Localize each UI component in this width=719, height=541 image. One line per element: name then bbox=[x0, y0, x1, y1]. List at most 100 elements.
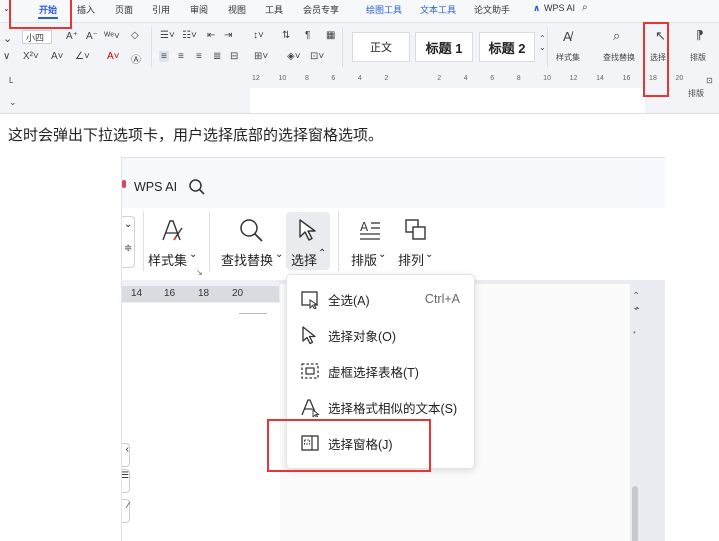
chevron-down-icon: ⌄ bbox=[425, 249, 434, 260]
align-right-icon[interactable]: ≡ bbox=[196, 51, 202, 62]
tab-wps-ai[interactable]: WPS AI bbox=[544, 3, 575, 13]
vertical-scrollbar[interactable] bbox=[632, 486, 638, 541]
align-left-icon[interactable]: ≡ bbox=[159, 51, 169, 62]
margin-mark bbox=[239, 313, 267, 314]
style-set-label[interactable]: 样式集 bbox=[148, 250, 187, 269]
side-tool-button[interactable]: ‹ bbox=[122, 443, 130, 467]
text-effect-icon[interactable]: A˅ bbox=[51, 51, 64, 62]
zoomed-screenshot: WPS AI ⌄ ≑ 样式集 ⌄ ↘ 查找替换 ⌄ 选择 ⌃ A 排版 ⌄ 排列… bbox=[121, 157, 665, 541]
wps-ai-label[interactable]: WPS AI bbox=[134, 180, 177, 194]
clear-format-icon[interactable]: ◇ bbox=[131, 30, 139, 41]
show-marks-icon[interactable]: ¶ bbox=[305, 30, 310, 41]
line-spacing-icon[interactable]: ↕˅ bbox=[253, 30, 264, 41]
tab-drawing-tools[interactable]: 绘图工具 bbox=[366, 3, 402, 16]
highlight-box-home-tab bbox=[9, 0, 72, 29]
search-icon[interactable]: ⌕ bbox=[582, 2, 588, 13]
ruler-tick: 8 bbox=[516, 75, 521, 82]
menu-item-select-all[interactable]: 全选(A) Ctrl+A bbox=[287, 281, 474, 317]
chevron-down-icon: ⌄ bbox=[124, 219, 133, 230]
decrease-indent-icon[interactable]: ⇤ bbox=[207, 30, 215, 41]
style-heading-2[interactable]: 标题 2 bbox=[479, 32, 535, 62]
tab-view[interactable]: 视图 bbox=[228, 3, 246, 16]
ribbon-tools: ⌄ 小四 A⁺ A⁻ ᵂᵉ˅ ◇ ☰˅ ☷˅ ⇤ ⇥ ↕˅ ⇅ ¶ ▦ ∨ X²… bbox=[0, 23, 719, 75]
panel-chevron-icon[interactable]: ⌄ bbox=[9, 97, 17, 108]
style-scroll-icon[interactable]: ⌃ ⌄ bbox=[539, 34, 546, 52]
menu-item-select-object[interactable]: 选择对象(O) bbox=[287, 317, 474, 353]
ruler-tick: 12 bbox=[252, 75, 260, 82]
tab-text-tools[interactable]: 文本工具 bbox=[420, 3, 456, 16]
find-replace-icon[interactable] bbox=[238, 217, 264, 243]
similar-format-icon bbox=[300, 397, 320, 417]
border-icon[interactable]: ⊡˅ bbox=[310, 51, 324, 62]
tab-references[interactable]: 引用 bbox=[152, 3, 170, 16]
arrange-bottom-label[interactable]: 排版 bbox=[688, 88, 704, 99]
ruler-tick: 18 bbox=[198, 288, 210, 299]
horizontal-ruler: 12 10 8 6 4 2 2 4 6 8 10 12 14 16 18 20 bbox=[250, 74, 700, 84]
highlight-icon[interactable]: ∠˅ bbox=[75, 51, 90, 62]
tab-member[interactable]: 会员专享 bbox=[303, 3, 339, 16]
menu-item-label: 虚框选择表格(T) bbox=[328, 365, 419, 380]
arrange-icon[interactable] bbox=[404, 218, 428, 242]
sort-icon[interactable]: ⇅ bbox=[282, 30, 290, 41]
cursor-icon bbox=[300, 325, 320, 345]
separator bbox=[151, 27, 152, 67]
find-replace-label[interactable]: 查找替换 bbox=[603, 52, 635, 63]
ribbon-screenshot: ⌄ 开始 插入 页面 引用 审阅 视图 工具 会员专享 绘图工具 文本工具 论文… bbox=[0, 0, 719, 114]
search-icon[interactable] bbox=[188, 178, 206, 196]
chevron-up-icon: ⌃ bbox=[318, 248, 327, 259]
layout-icon[interactable]: A bbox=[358, 218, 382, 242]
arrange-icon[interactable]: ⁋ bbox=[696, 28, 704, 42]
justify-icon[interactable]: ≣ bbox=[213, 51, 221, 62]
indent-chevron-icon[interactable]: ⌄ bbox=[3, 32, 12, 45]
dashed-table-icon bbox=[300, 361, 320, 381]
shrink-font-icon[interactable]: A⁻ bbox=[86, 31, 98, 42]
bullet-list-icon[interactable]: ☰˅ bbox=[160, 30, 175, 41]
italic-icon[interactable]: ∨ bbox=[3, 51, 10, 62]
distribute-icon[interactable]: ⊟ bbox=[230, 51, 238, 62]
grow-font-icon[interactable]: A⁺ bbox=[66, 31, 78, 42]
tab-tools[interactable]: 工具 bbox=[265, 3, 283, 16]
separator bbox=[338, 211, 339, 271]
find-replace-icon[interactable]: ⌕ bbox=[613, 28, 620, 44]
style-set-icon[interactable] bbox=[160, 218, 184, 244]
tab-review[interactable]: 审阅 bbox=[190, 3, 208, 16]
menu-item-label: 全选(A) bbox=[328, 293, 370, 308]
ruler-tick: 20 bbox=[232, 288, 244, 299]
horizontal-ruler: 14 16 18 20 bbox=[122, 286, 279, 302]
arrange-label[interactable]: 排版 bbox=[690, 52, 706, 63]
shading-icon[interactable]: ▦ bbox=[326, 30, 335, 41]
align-center-icon[interactable]: ≡ bbox=[178, 51, 184, 62]
document-page bbox=[250, 88, 645, 113]
ribbon-tab-bar: ⌄ 开始 插入 页面 引用 审阅 视图 工具 会员专享 绘图工具 文本工具 论文… bbox=[0, 0, 719, 23]
char-border-icon[interactable]: Ⓐ bbox=[131, 51, 141, 66]
menu-item-dashed-table[interactable]: 虚框选择表格(T) bbox=[287, 353, 474, 389]
arrange-label[interactable]: 排列 bbox=[398, 250, 424, 269]
style-heading-1[interactable]: 标题 1 bbox=[415, 32, 473, 62]
superscript-icon[interactable]: X²˅ bbox=[23, 51, 39, 62]
phonetic-icon[interactable]: ᵂᵉ˅ bbox=[104, 31, 120, 42]
ruler-tick: 6 bbox=[331, 75, 336, 82]
columns-icon[interactable]: ⊞˅ bbox=[254, 51, 268, 62]
side-list-button[interactable]: ☰ bbox=[122, 469, 130, 493]
ruler-toggle-icon[interactable]: ⊡ bbox=[706, 76, 713, 85]
dialog-launcher-icon[interactable]: ↘ bbox=[196, 268, 203, 277]
font-color-icon[interactable]: A˅ bbox=[107, 51, 120, 62]
numbered-list-icon[interactable]: ☷˅ bbox=[182, 30, 197, 41]
increase-indent-icon[interactable]: ⇥ bbox=[224, 30, 232, 41]
find-replace-label[interactable]: 查找替换 bbox=[221, 250, 273, 269]
select-button[interactable]: 选择 ⌃ bbox=[286, 212, 330, 270]
tab-insert[interactable]: 插入 bbox=[77, 3, 95, 16]
side-edit-button[interactable]: ∕ bbox=[122, 499, 130, 523]
tab-page[interactable]: 页面 bbox=[115, 3, 133, 16]
ruler-tick: 2 bbox=[384, 75, 389, 82]
scroll-up-arrow-icon[interactable]: ⌃ bbox=[633, 306, 641, 317]
layout-label[interactable]: 排版 bbox=[351, 250, 377, 269]
tab-paper-assistant[interactable]: 论文助手 bbox=[474, 3, 510, 16]
font-size-select[interactable]: 小四 bbox=[22, 30, 52, 44]
style-normal[interactable]: 正文 bbox=[352, 32, 410, 62]
fill-icon[interactable]: ◈˅ bbox=[287, 51, 301, 62]
style-set-icon[interactable]: A̸ bbox=[563, 29, 572, 44]
ruler-tick: 12 bbox=[569, 75, 578, 82]
style-scroll-box[interactable]: ⌄ ≑ bbox=[122, 216, 135, 268]
style-set-label[interactable]: 样式集 bbox=[556, 52, 580, 63]
